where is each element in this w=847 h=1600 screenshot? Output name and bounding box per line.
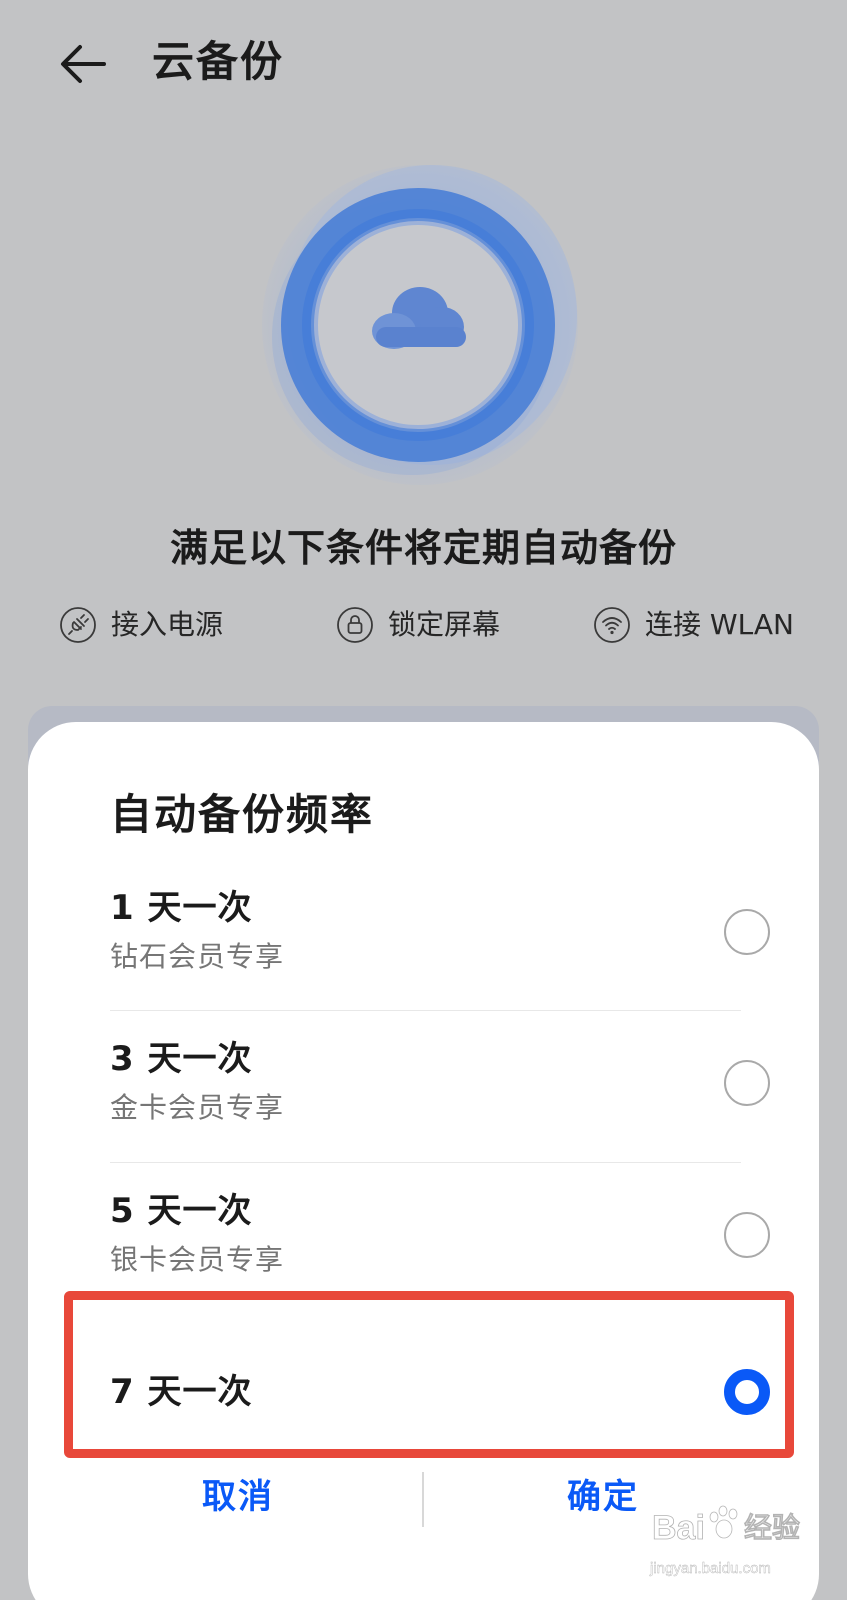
option-3-days[interactable]: 3 天一次 金卡会员专享 <box>110 1036 770 1146</box>
confirm-button[interactable]: 确定 <box>453 1457 753 1537</box>
condition-label: 连接 WLAN <box>645 608 794 641</box>
radio-button[interactable] <box>724 1212 770 1258</box>
backup-conditions: 接入电源 锁定屏幕 连接 WLAN <box>0 600 847 650</box>
page-title: 云备份 <box>152 37 285 86</box>
option-label: 3 天一次 <box>110 1039 253 1079</box>
backup-conditions-title: 满足以下条件将定期自动备份 <box>169 526 677 570</box>
condition-wlan: 连接 WLAN <box>593 600 794 650</box>
cloud-backup-screen: 云备份 满足以下条件将定期自动备份 接入电源 锁定屏幕 连接 WLAN 自动备份… <box>0 0 847 1600</box>
wifi-icon <box>593 606 631 644</box>
option-7-days[interactable]: 7 天一次 <box>110 1352 770 1432</box>
option-sublabel: 金卡会员专享 <box>110 1091 285 1124</box>
option-sublabel: 银卡会员专享 <box>110 1243 285 1276</box>
condition-power: 接入电源 <box>59 600 223 650</box>
condition-lock: 锁定屏幕 <box>336 600 500 650</box>
option-label: 1 天一次 <box>110 888 253 928</box>
divider <box>110 1010 741 1011</box>
condition-label: 锁定屏幕 <box>388 608 501 641</box>
app-header: 云备份 <box>0 0 847 125</box>
divider <box>110 1162 741 1163</box>
radio-button[interactable] <box>724 909 770 955</box>
radio-button-selected[interactable] <box>724 1369 770 1415</box>
backup-frequency-dialog: 自动备份频率 1 天一次 钻石会员专享 3 天一次 金卡会员专享 5 天一次 银… <box>28 722 819 1600</box>
radio-button[interactable] <box>724 1060 770 1106</box>
option-1-day[interactable]: 1 天一次 钻石会员专享 <box>110 885 770 995</box>
lock-icon <box>336 606 374 644</box>
button-divider <box>422 1472 424 1527</box>
option-label: 5 天一次 <box>110 1191 253 1231</box>
dialog-button-row: 取消 确定 <box>28 1457 819 1537</box>
back-button[interactable] <box>54 34 114 94</box>
option-5-days[interactable]: 5 天一次 银卡会员专享 <box>110 1188 770 1298</box>
cloud-backup-illustration <box>252 155 592 500</box>
cancel-button[interactable]: 取消 <box>88 1457 388 1537</box>
condition-label: 接入电源 <box>111 608 224 641</box>
option-label: 7 天一次 <box>110 1372 253 1412</box>
option-sublabel: 钻石会员专享 <box>110 940 285 973</box>
dialog-title: 自动备份频率 <box>110 790 375 839</box>
power-plug-icon <box>59 606 97 644</box>
arrow-left-icon[interactable] <box>54 34 114 94</box>
